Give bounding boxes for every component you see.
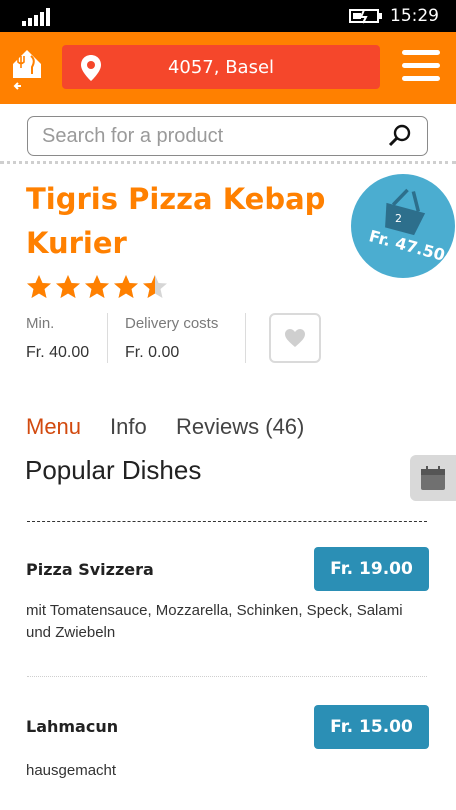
side-panel-button[interactable] bbox=[410, 455, 456, 501]
column-divider bbox=[107, 313, 108, 363]
star-icon bbox=[143, 275, 167, 298]
min-label: Min. bbox=[26, 315, 55, 332]
section-divider bbox=[27, 521, 427, 522]
dish-description: hausgemacht bbox=[26, 762, 117, 779]
min-value: Fr. 40.00 bbox=[26, 344, 90, 361]
battery-charging-icon bbox=[349, 9, 382, 24]
home-back-icon[interactable] bbox=[10, 44, 44, 90]
minimum-order: Min. Fr. 40.00 bbox=[26, 315, 89, 362]
tab-menu[interactable]: Menu bbox=[26, 414, 81, 440]
location-button[interactable]: 4057, Basel bbox=[62, 45, 380, 89]
favorite-button[interactable] bbox=[269, 313, 321, 363]
dish-description: mit Tomatensauce, Mozzarella, Schinken, … bbox=[26, 602, 403, 641]
tab-info[interactable]: Info bbox=[110, 414, 147, 440]
basket-button[interactable]: 2 Fr. 47.50 bbox=[351, 174, 455, 278]
column-divider bbox=[245, 313, 246, 363]
dish-divider bbox=[27, 676, 427, 677]
dotted-divider bbox=[0, 161, 456, 164]
hamburger-menu-icon[interactable] bbox=[402, 50, 440, 84]
app-header: 4057, Basel bbox=[0, 32, 456, 104]
star-icon bbox=[114, 275, 138, 298]
delivery-value: Fr. 0.00 bbox=[125, 344, 180, 361]
restaurant-name: Tigris Pizza Kebap Kurier bbox=[26, 182, 326, 260]
delivery-costs: Delivery costs Fr. 0.00 bbox=[125, 315, 218, 362]
search-input[interactable] bbox=[40, 120, 364, 152]
signal-strength-icon bbox=[22, 8, 52, 26]
add-dish-price-button[interactable]: Fr. 19.00 bbox=[314, 547, 429, 591]
tab-reviews[interactable]: Reviews (46) bbox=[176, 414, 304, 440]
add-dish-price-button[interactable]: Fr. 15.00 bbox=[314, 705, 429, 749]
dish-name: Lahmacun bbox=[26, 717, 119, 736]
section-title: Popular Dishes bbox=[25, 455, 202, 485]
star-icon bbox=[27, 275, 51, 298]
location-label: 4057, Basel bbox=[167, 57, 275, 78]
star-icon bbox=[85, 275, 109, 298]
search-icon[interactable] bbox=[388, 124, 412, 148]
heart-icon bbox=[285, 329, 305, 347]
delivery-label: Delivery costs bbox=[125, 315, 219, 332]
clock: 15:29 bbox=[390, 6, 439, 26]
star-icon bbox=[56, 275, 80, 298]
search-box bbox=[27, 116, 428, 156]
calendar-icon bbox=[421, 466, 445, 490]
basket-count: 2 bbox=[395, 212, 402, 225]
status-bar: 15:29 bbox=[0, 0, 456, 32]
dish-name: Pizza Svizzera bbox=[26, 560, 154, 579]
